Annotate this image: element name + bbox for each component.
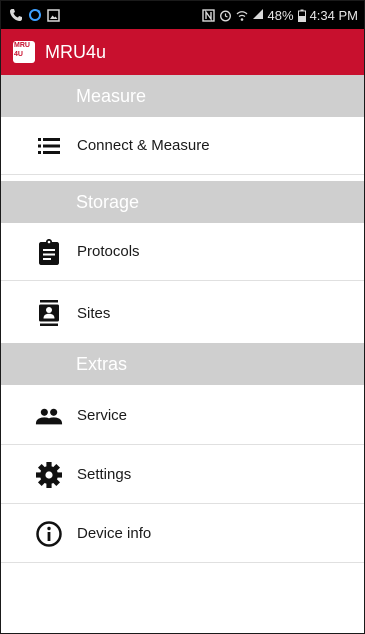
clipboard-icon xyxy=(35,238,63,266)
menu-item-label: Device info xyxy=(77,525,152,542)
clock: 4:34 PM xyxy=(309,7,358,23)
gear-icon xyxy=(35,461,63,489)
section-header-measure: Measure xyxy=(1,75,364,117)
sync-icon xyxy=(28,8,42,22)
menu-item-label: Connect & Measure xyxy=(77,137,210,154)
phone-icon xyxy=(9,8,23,22)
info-icon xyxy=(35,520,63,548)
app-logo-line2: 4U xyxy=(14,51,23,58)
app-window: 48% 4:34 PM MRU 4U MRU4u Measure Connect… xyxy=(0,0,365,634)
contact-card-icon xyxy=(35,299,63,327)
alarm-icon xyxy=(219,9,232,22)
list-icon xyxy=(35,132,63,160)
menu-item-label: Protocols xyxy=(77,243,140,260)
menu-item-label: Sites xyxy=(77,304,111,322)
menu-item-label: Service xyxy=(77,407,128,424)
menu-item-device-info[interactable]: Device info xyxy=(1,505,364,563)
battery-icon xyxy=(297,9,306,22)
menu-item-protocols[interactable]: Protocols xyxy=(1,223,364,281)
menu-item-sites[interactable]: Sites xyxy=(1,284,364,342)
app-logo-line1: MRU xyxy=(14,42,30,49)
app-bar: MRU 4U MRU4u xyxy=(1,29,364,75)
app-logo: MRU 4U xyxy=(13,41,35,63)
signal-icon xyxy=(252,7,264,23)
section-header-storage: Storage xyxy=(1,181,364,223)
people-icon xyxy=(35,402,63,430)
status-bar: 48% 4:34 PM xyxy=(1,1,364,29)
app-title: MRU4u xyxy=(45,41,107,62)
menu-item-service[interactable]: Service xyxy=(1,387,364,445)
nfc-icon xyxy=(201,8,215,22)
wifi-icon xyxy=(236,9,248,22)
menu-item-label: Settings xyxy=(77,466,132,483)
menu-item-connect-measure[interactable]: Connect & Measure xyxy=(1,117,364,175)
image-icon xyxy=(47,8,60,22)
menu-item-settings[interactable]: Settings xyxy=(1,446,364,504)
battery-percent: 48% xyxy=(267,7,294,23)
section-header-extras: Extras xyxy=(1,343,364,385)
